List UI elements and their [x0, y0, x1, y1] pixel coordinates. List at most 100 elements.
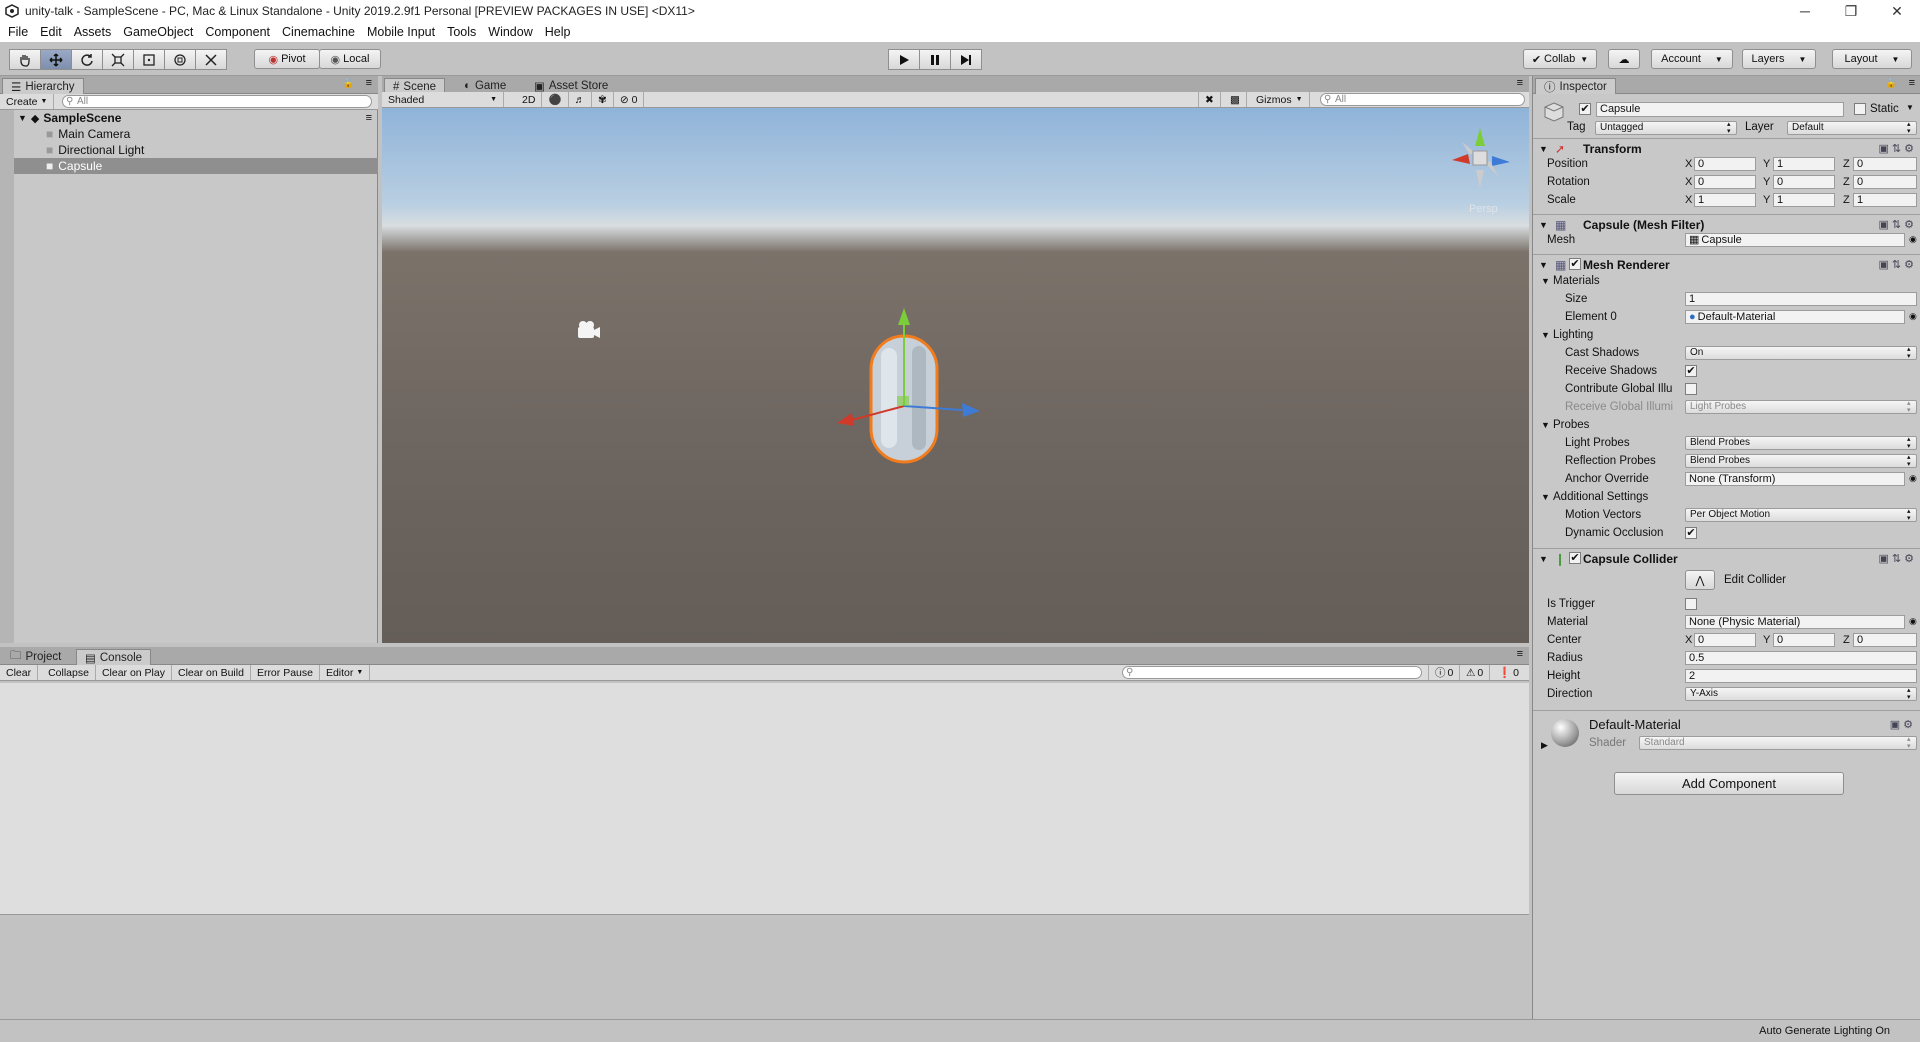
error-pause-toggle[interactable]: Error Pause — [251, 665, 320, 680]
tab-project[interactable]: 🗀 Project — [2, 649, 69, 665]
scale-z-field[interactable]: 1 — [1853, 193, 1917, 207]
dynamic-occlusion-checkbox[interactable]: ✔ — [1685, 527, 1697, 539]
object-picker-icon[interactable]: ◉ — [1909, 473, 1917, 484]
shading-mode-dropdown[interactable]: Shaded ▼ — [382, 92, 504, 107]
expand-arrow-icon[interactable]: ▶ — [1541, 740, 1548, 751]
scene-tools-icon[interactable]: ✖ — [1198, 92, 1221, 107]
expand-arrow-icon[interactable]: ▼ — [1541, 276, 1550, 286]
object-name-input[interactable]: Capsule — [1596, 102, 1844, 117]
pause-icon[interactable] — [919, 49, 951, 70]
expand-arrow-icon[interactable]: ▼ — [1541, 492, 1550, 502]
collab-dropdown[interactable]: ✔ Collab ▼ — [1523, 49, 1597, 69]
cast-shadows-dropdown[interactable]: On — [1685, 346, 1917, 360]
camera-settings-icon[interactable]: ▩ — [1224, 92, 1247, 107]
materials-foldout[interactable]: Materials — [1553, 275, 1600, 287]
scene-viewport[interactable]: Persp — [382, 108, 1529, 643]
chevron-down-icon[interactable]: ▼ — [1906, 103, 1914, 112]
position-x-field[interactable]: 0 — [1694, 157, 1756, 171]
hierarchy-search-input[interactable]: ⚲ All — [62, 95, 372, 108]
radius-field[interactable]: 0.5 — [1685, 651, 1917, 665]
console-log-list[interactable] — [0, 683, 1529, 915]
center-z-field[interactable]: 0 — [1853, 633, 1917, 647]
layers-dropdown[interactable]: Layers ▼ — [1742, 49, 1816, 69]
center-y-field[interactable]: 0 — [1773, 633, 1835, 647]
capsule-collider-enabled-checkbox[interactable]: ✔ — [1569, 552, 1581, 564]
layout-dropdown[interactable]: Layout ▼ — [1832, 49, 1912, 69]
minimize-button[interactable]: ─ — [1782, 0, 1828, 22]
layer-dropdown[interactable]: Default — [1787, 121, 1917, 135]
component-header-icons[interactable]: ▣⇅⚙ — [1879, 258, 1917, 271]
shader-dropdown[interactable]: Standard — [1639, 736, 1917, 750]
warning-filter-toggle[interactable]: ⚠ 0 — [1460, 665, 1491, 680]
hand-tool-icon[interactable] — [9, 49, 41, 70]
rotate-tool-icon[interactable] — [71, 49, 103, 70]
motion-vectors-dropdown[interactable]: Per Object Motion — [1685, 508, 1917, 522]
menu-component[interactable]: Component — [199, 25, 276, 39]
collapse-arrow-icon[interactable]: ▼ — [1539, 260, 1548, 270]
local-toggle[interactable]: ◉ Local — [319, 49, 381, 69]
hierarchy-scene-root[interactable]: ▼ ◆ SampleScene ≡ — [0, 110, 378, 126]
anchor-override-field[interactable]: None (Transform) — [1685, 472, 1905, 486]
direction-dropdown[interactable]: Y-Axis — [1685, 687, 1917, 701]
probes-foldout[interactable]: Probes — [1553, 419, 1589, 431]
active-checkbox[interactable]: ✔ — [1579, 103, 1591, 115]
scene-menu-icon[interactable]: ≡ — [366, 112, 372, 124]
lighting-toggle-icon[interactable]: ⚫ — [542, 92, 569, 107]
materials-size-field[interactable]: 1 — [1685, 292, 1917, 306]
lock-icon[interactable]: 🔒 — [1886, 78, 1897, 89]
collapse-arrow-icon[interactable]: ▼ — [1539, 144, 1548, 154]
effects-dropdown-icon[interactable]: ✾ — [592, 92, 614, 107]
add-component-button[interactable]: Add Component — [1614, 772, 1844, 795]
scale-x-field[interactable]: 1 — [1694, 193, 1756, 207]
rotation-y-field[interactable]: 0 — [1773, 175, 1835, 189]
mesh-renderer-header[interactable]: ▼ ▦ ✔ Mesh Renderer ▣⇅⚙ — [1533, 254, 1920, 274]
center-x-field[interactable]: 0 — [1694, 633, 1756, 647]
step-icon[interactable] — [950, 49, 982, 70]
menu-mobile-input[interactable]: Mobile Input — [361, 25, 441, 39]
hierarchy-item-main-camera[interactable]: ■ Main Camera — [0, 126, 378, 142]
gizmos-dropdown[interactable]: Gizmos ▼ — [1250, 92, 1310, 107]
receive-shadows-checkbox[interactable]: ✔ — [1685, 365, 1697, 377]
scene-search-input[interactable]: ⚲ All — [1320, 93, 1525, 106]
maximize-button[interactable]: ❐ — [1828, 0, 1874, 22]
expand-arrow-icon[interactable]: ▼ — [1541, 420, 1550, 430]
height-field[interactable]: 2 — [1685, 669, 1917, 683]
component-header-icons[interactable]: ▣⚙ — [1890, 718, 1916, 731]
panel-menu-icon[interactable]: ≡ — [1909, 77, 1915, 89]
tab-console[interactable]: ▤ Console — [76, 649, 152, 665]
lock-icon[interactable]: 🔒 — [343, 78, 354, 89]
menu-assets[interactable]: Assets — [68, 25, 118, 39]
object-picker-icon[interactable]: ◉ — [1909, 234, 1917, 245]
static-checkbox[interactable] — [1854, 103, 1866, 115]
expand-arrow-icon[interactable]: ▼ — [18, 113, 27, 123]
panel-menu-icon[interactable]: ≡ — [1517, 77, 1523, 89]
2d-toggle[interactable]: 2D — [516, 92, 543, 107]
rect-tool-icon[interactable] — [133, 49, 165, 70]
clear-button[interactable]: Clear — [0, 665, 39, 680]
object-picker-icon[interactable]: ◉ — [1909, 616, 1917, 627]
light-probes-dropdown[interactable]: Blend Probes — [1685, 436, 1917, 450]
expand-arrow-icon[interactable]: ▼ — [1541, 330, 1550, 340]
is-trigger-checkbox[interactable] — [1685, 598, 1697, 610]
mesh-field[interactable]: ▦ Capsule — [1685, 233, 1905, 247]
error-filter-toggle[interactable]: ❗ 0 — [1492, 665, 1525, 680]
close-button[interactable]: ✕ — [1874, 0, 1920, 22]
panel-menu-icon[interactable]: ≡ — [366, 77, 372, 89]
mesh-filter-header[interactable]: ▼ ▦ Capsule (Mesh Filter) ▣⇅⚙ — [1533, 214, 1920, 234]
console-search-input[interactable]: ⚲ — [1122, 666, 1422, 679]
tab-inspector[interactable]: ⓘ Inspector — [1535, 78, 1616, 94]
custom-tool-icon[interactable] — [195, 49, 227, 70]
hierarchy-item-capsule[interactable]: ■ Capsule — [0, 158, 378, 174]
object-picker-icon[interactable]: ◉ — [1909, 311, 1917, 322]
menu-help[interactable]: Help — [539, 25, 577, 39]
transform-tool-icon[interactable] — [164, 49, 196, 70]
transform-header[interactable]: ▼ ➚ Transform ▣⇅⚙ — [1533, 138, 1920, 158]
element0-field[interactable]: ● Default-Material — [1685, 310, 1905, 324]
editor-dropdown[interactable]: Editor ▼ — [320, 665, 371, 680]
collapse-toggle[interactable]: Collapse — [42, 665, 96, 680]
edit-collider-button[interactable]: ⋀ — [1685, 570, 1715, 590]
collapse-arrow-icon[interactable]: ▼ — [1539, 220, 1548, 230]
mesh-renderer-enabled-checkbox[interactable]: ✔ — [1569, 258, 1581, 270]
move-tool-icon[interactable] — [40, 49, 72, 70]
rotation-z-field[interactable]: 0 — [1853, 175, 1917, 189]
